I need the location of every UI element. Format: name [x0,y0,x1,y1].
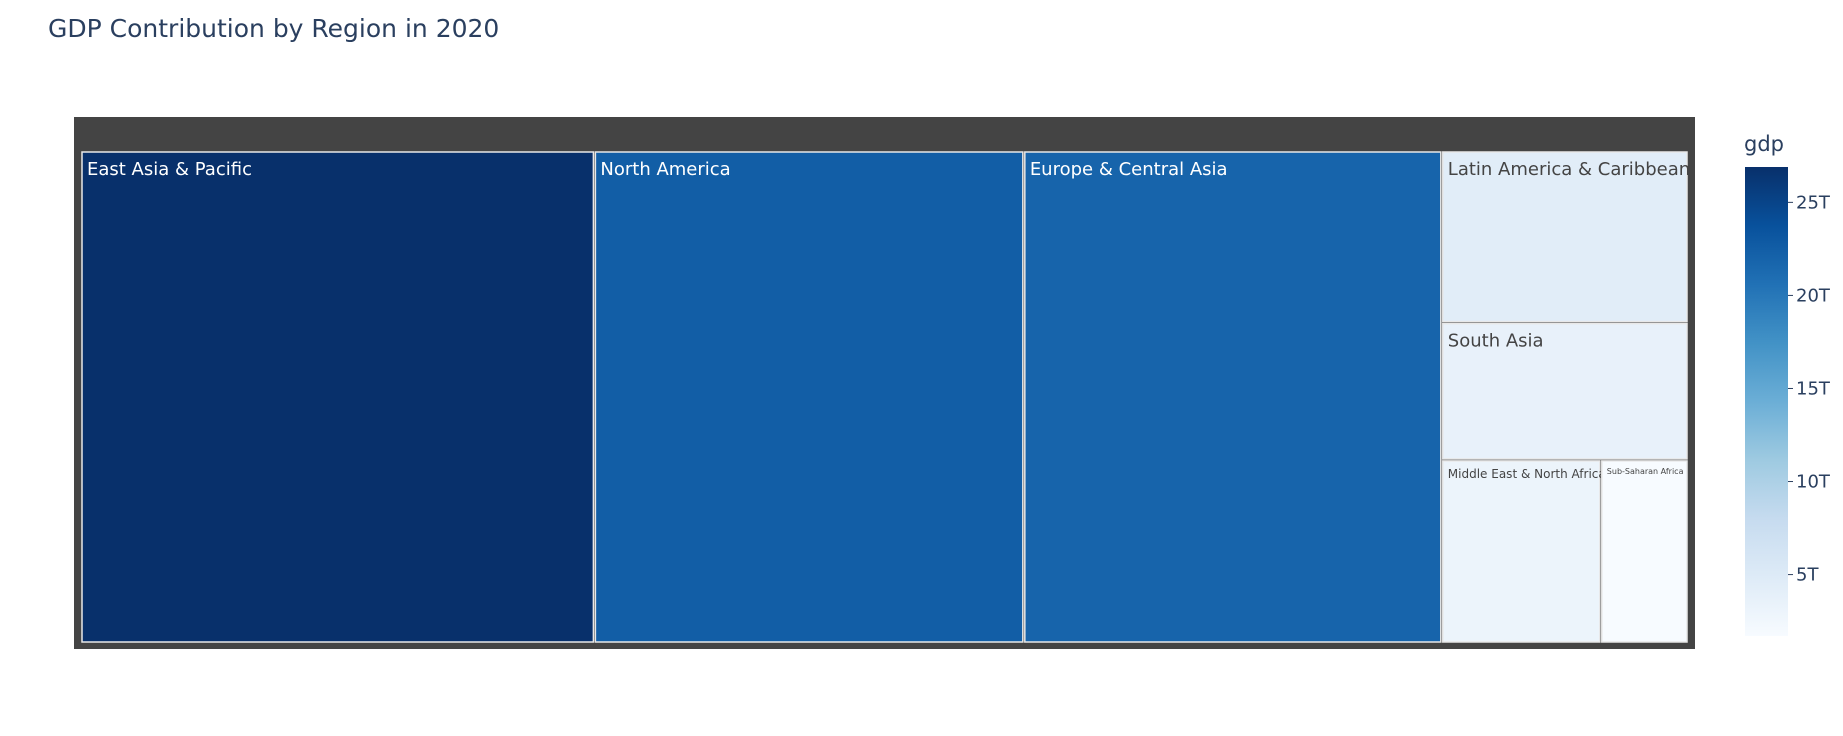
colorbar-ticks: 5T 10T 15T 20T 25T [1788,192,1831,586]
colorbar-tick-label: 25T [1796,192,1831,213]
colorbar-tick-label: 5T [1796,565,1819,586]
colorbar-tick-label: 20T [1796,285,1831,306]
colorbar-tick-label: 10T [1796,472,1831,493]
colorbar-title: gdp [1744,132,1784,156]
colorbar-gradient [1745,167,1788,636]
colorbar-tick-label: 15T [1796,378,1831,399]
colorbar: gdp 5T 10T 15T 20T 25T [1744,132,1831,636]
